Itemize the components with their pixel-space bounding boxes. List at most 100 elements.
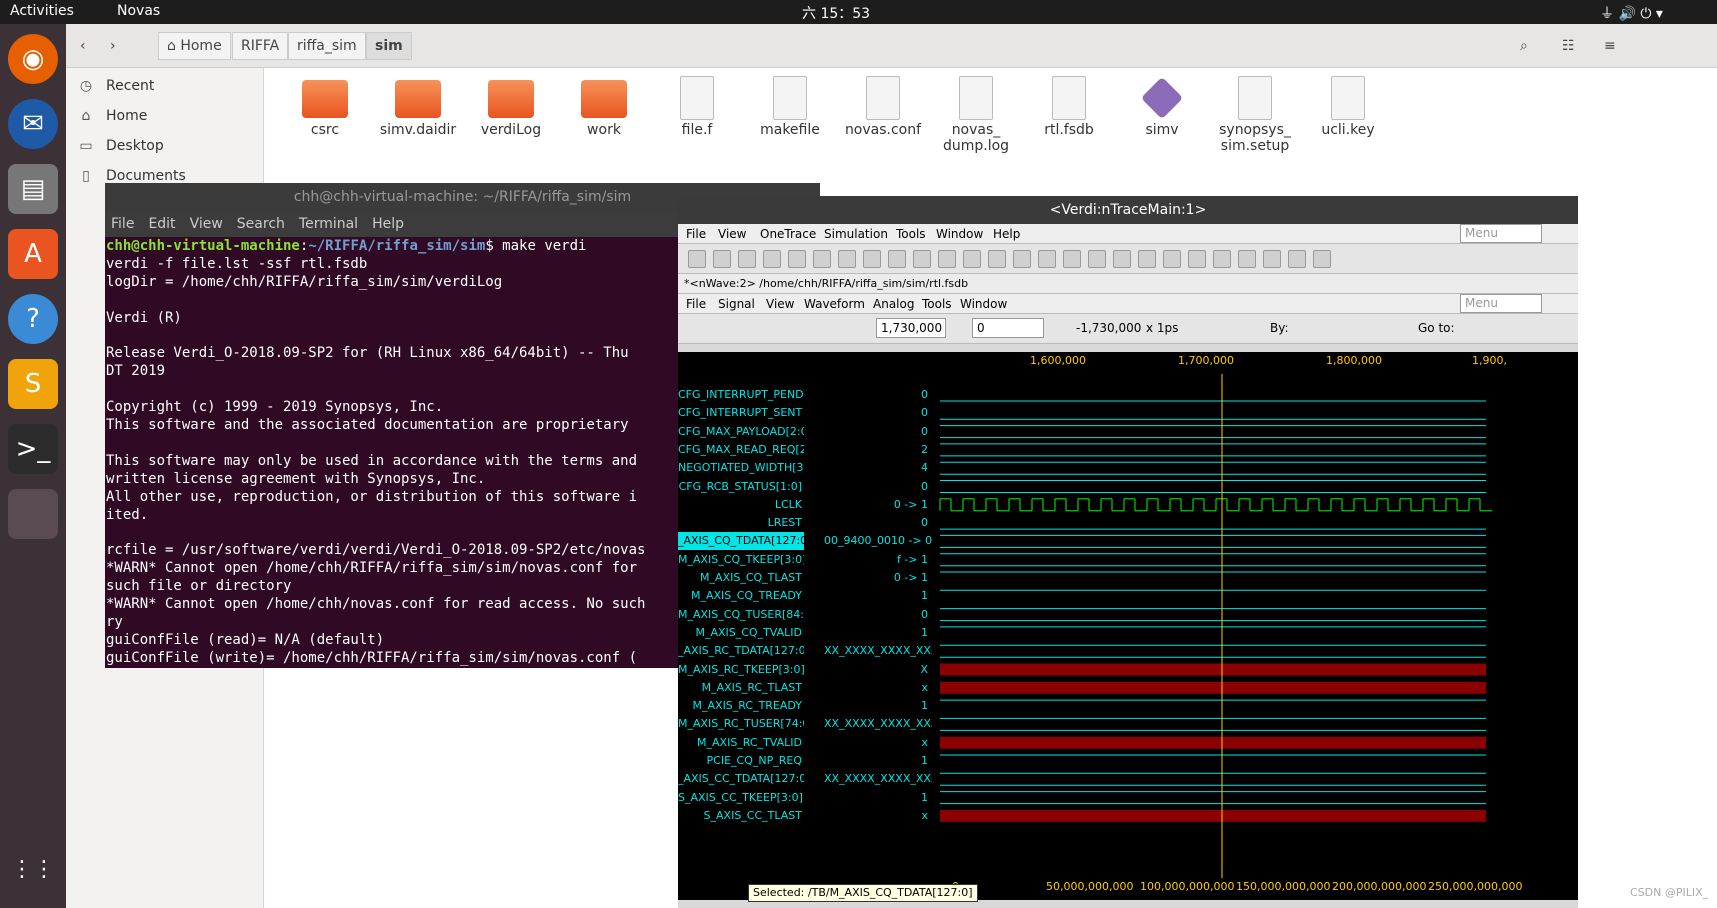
waveform-pane[interactable]: 1,600,000 1,700,000 1,800,000 1,900, CFG… xyxy=(678,352,1578,900)
nmenu-waveform[interactable]: Waveform xyxy=(804,297,865,311)
menu-search-input[interactable]: Menu xyxy=(1460,224,1542,243)
thunderbird-icon[interactable]: ✉ xyxy=(8,99,58,149)
nmenu-tools[interactable]: Tools xyxy=(922,297,952,311)
toolbar-button[interactable] xyxy=(738,250,756,268)
breadcrumb-riffa-sim[interactable]: riffa_sim xyxy=(288,32,366,60)
files-icon[interactable]: ▤ xyxy=(8,164,58,214)
toolbar-button[interactable] xyxy=(1088,250,1106,268)
toolbar-button[interactable] xyxy=(888,250,906,268)
toolbar-button[interactable] xyxy=(813,250,831,268)
file-name: simv xyxy=(1145,122,1179,138)
file-item[interactable]: makefile xyxy=(746,74,834,138)
sidebar-item-home[interactable]: ⌂ Home xyxy=(66,100,264,132)
file-item[interactable]: work xyxy=(560,74,648,138)
activities-button[interactable]: Activities xyxy=(10,3,74,19)
toolbar-button[interactable] xyxy=(913,250,931,268)
menu-search[interactable]: Search xyxy=(237,216,285,232)
vmenu-file[interactable]: File xyxy=(686,227,706,241)
toolbar-button[interactable] xyxy=(1013,250,1031,268)
show-apps-icon[interactable]: ⋮⋮ xyxy=(8,844,58,894)
marker-time-field[interactable]: 0 xyxy=(972,318,1044,338)
toolbar-button[interactable] xyxy=(713,250,731,268)
verdi-app-icon[interactable] xyxy=(8,489,58,539)
nmenu-view[interactable]: View xyxy=(766,297,794,311)
system-tray-icons[interactable]: ⏚ 🔊 ⏻ ▾ xyxy=(1600,3,1663,23)
vmenu-tools[interactable]: Tools xyxy=(896,227,926,241)
terminal-line: written license agreement with Synopsys,… xyxy=(106,470,486,487)
nwave-menu-search[interactable]: Menu xyxy=(1460,294,1542,313)
vmenu-simulation[interactable]: Simulation xyxy=(824,227,888,241)
breadcrumb-home[interactable]: ⌂ Home xyxy=(158,32,231,60)
time-unit[interactable]: x 1ps xyxy=(1146,321,1178,335)
toolbar-button[interactable] xyxy=(863,250,881,268)
vmenu-onetrace[interactable]: OneTrace xyxy=(760,227,816,241)
toolbar-button[interactable] xyxy=(1263,250,1281,268)
file-item[interactable]: csrc xyxy=(281,74,369,138)
app-menu[interactable]: Novas xyxy=(117,3,160,19)
toolbar-button[interactable] xyxy=(1038,250,1056,268)
nmenu-signal[interactable]: Signal xyxy=(718,297,755,311)
toolbar-button[interactable] xyxy=(838,250,856,268)
firefox-icon[interactable]: ◉ xyxy=(8,34,58,84)
file-item[interactable]: novas_ dump.log xyxy=(932,74,1020,154)
toolbar-button[interactable] xyxy=(1313,250,1331,268)
sidebar-item-desktop[interactable]: ▭ Desktop xyxy=(66,130,264,162)
vmenu-help[interactable]: Help xyxy=(993,227,1020,241)
nmenu-analog[interactable]: Analog xyxy=(873,297,914,311)
file-item[interactable]: simv xyxy=(1118,74,1206,138)
terminal-icon[interactable]: >_ xyxy=(8,424,58,474)
btick: 100,000,000,000 xyxy=(1140,880,1235,893)
file-item[interactable]: synopsys_ sim.setup xyxy=(1211,74,1299,154)
toolbar-button[interactable] xyxy=(763,250,781,268)
status-tooltip: Selected: /TB/M_AXIS_CQ_TDATA[127:0] xyxy=(748,884,978,902)
toolbar-button[interactable] xyxy=(1163,250,1181,268)
terminal-line: Copyright (c) 1999 - 2019 Synopsys, Inc. xyxy=(106,399,444,416)
file-name: novas_ dump.log xyxy=(942,122,1010,154)
file-item[interactable]: simv.daidir xyxy=(374,74,462,138)
toolbar-button[interactable] xyxy=(1113,250,1131,268)
folder-icon xyxy=(302,80,348,118)
file-item[interactable]: verdiLog xyxy=(467,74,555,138)
help-icon[interactable]: ? xyxy=(8,294,58,344)
sublime-icon[interactable]: S xyxy=(8,359,58,409)
search-icon[interactable]: ⌕ xyxy=(1512,32,1536,60)
sidebar-item-recent[interactable]: ◷ Recent xyxy=(66,70,264,102)
file-item[interactable]: novas.conf xyxy=(839,74,927,138)
hamburger-menu-icon[interactable]: ≡ xyxy=(1596,32,1624,60)
nmenu-window[interactable]: Window xyxy=(960,297,1007,311)
forward-icon[interactable]: › xyxy=(102,32,124,60)
vmenu-window[interactable]: Window xyxy=(936,227,983,241)
toolbar-button[interactable] xyxy=(788,250,806,268)
home-icon: ⌂ xyxy=(81,108,91,124)
toolbar-button[interactable] xyxy=(1238,250,1256,268)
cursor-time-field[interactable]: 1,730,000 xyxy=(876,318,946,338)
vmenu-view[interactable]: View xyxy=(718,227,746,241)
toolbar-button[interactable] xyxy=(988,250,1006,268)
file-item[interactable]: ucli.key xyxy=(1304,74,1392,138)
toolbar-button[interactable] xyxy=(1213,250,1231,268)
toolbar-button[interactable] xyxy=(938,250,956,268)
toolbar-button[interactable] xyxy=(688,250,706,268)
breadcrumb-riffa[interactable]: RIFFA xyxy=(232,32,289,60)
view-toggle-icon[interactable]: ☷ xyxy=(1554,32,1583,60)
menu-terminal[interactable]: Terminal xyxy=(299,216,358,232)
terminal-line: This software may only be used in accord… xyxy=(106,452,638,469)
menu-help[interactable]: Help xyxy=(372,216,404,232)
menu-file[interactable]: File xyxy=(111,216,134,232)
menu-edit[interactable]: Edit xyxy=(148,216,175,232)
nmenu-file[interactable]: File xyxy=(686,297,706,311)
toolbar-button[interactable] xyxy=(1138,250,1156,268)
toolbar-button[interactable] xyxy=(1288,250,1306,268)
toolbar-button[interactable] xyxy=(963,250,981,268)
file-item[interactable]: rtl.fsdb xyxy=(1025,74,1113,138)
clock[interactable]: 六 15：53 xyxy=(802,3,870,23)
back-icon[interactable]: ‹ xyxy=(72,32,94,60)
file-item[interactable]: file.f xyxy=(653,74,741,138)
toolbar-button[interactable] xyxy=(1063,250,1081,268)
software-icon[interactable]: A xyxy=(8,229,58,279)
terminal-line: guiConfFile (read)= N/A (default) xyxy=(106,631,385,648)
file-name: file.f xyxy=(681,122,713,138)
toolbar-button[interactable] xyxy=(1188,250,1206,268)
menu-view[interactable]: View xyxy=(190,216,223,232)
breadcrumb-sim[interactable]: sim xyxy=(366,32,412,60)
